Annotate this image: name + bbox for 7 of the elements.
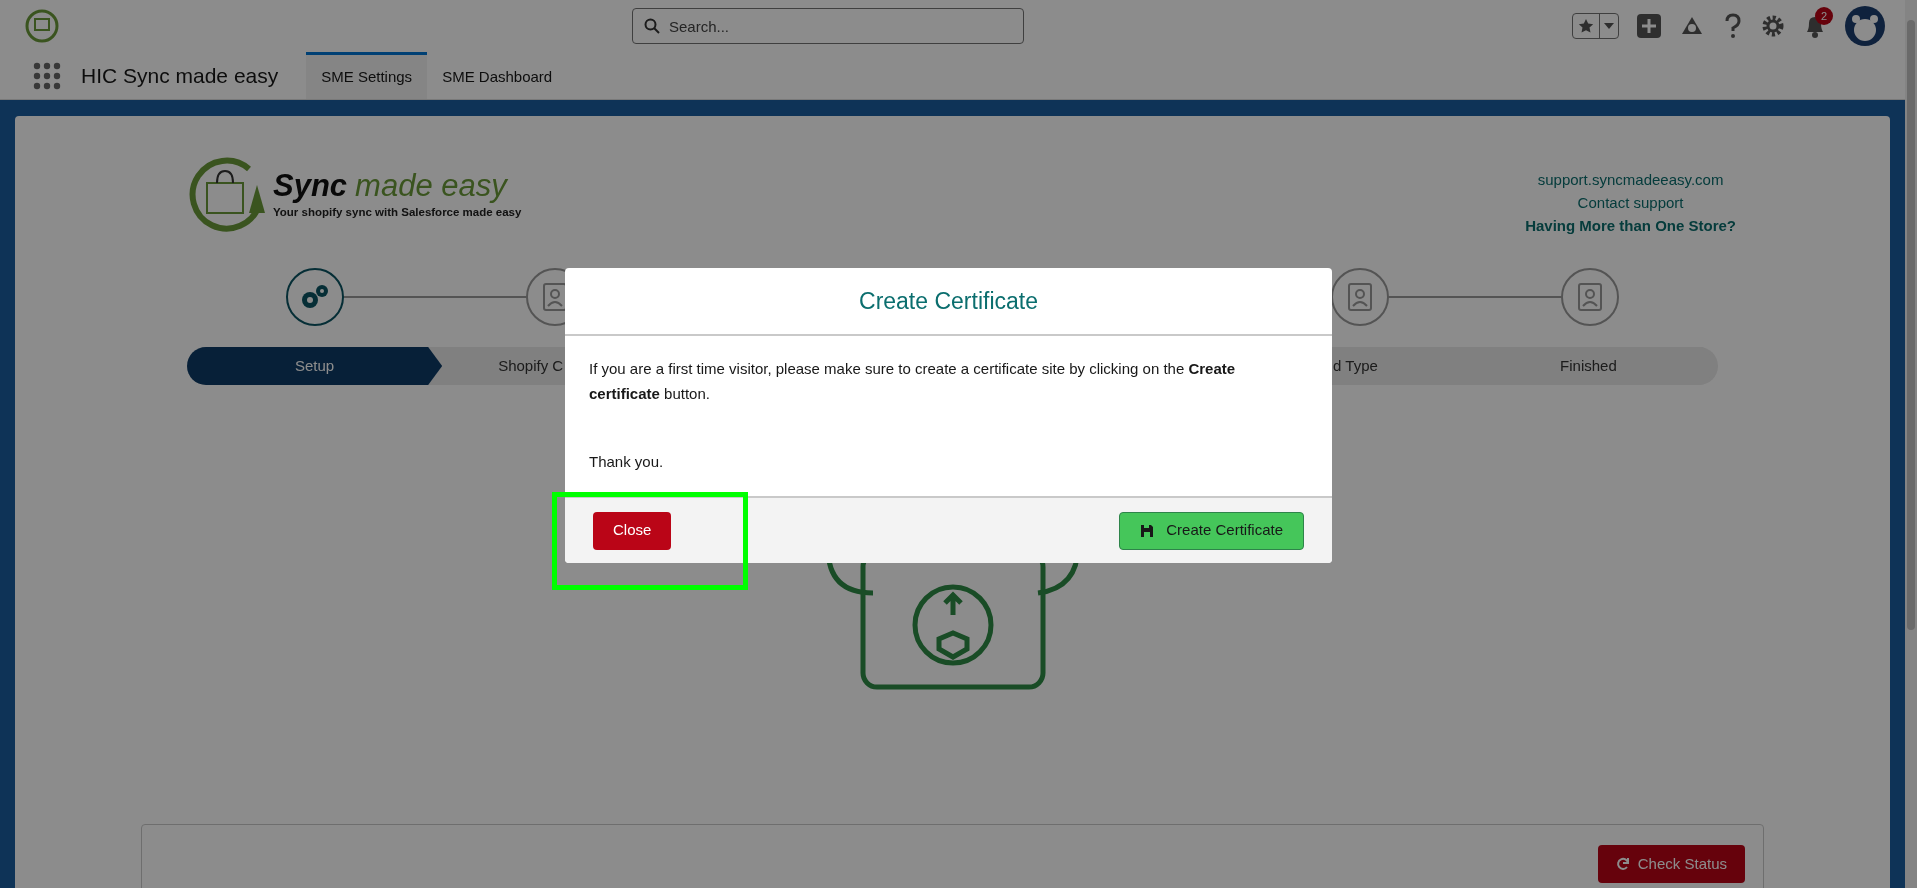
- brand-name: made easy: [355, 169, 507, 201]
- brand-tagline: Your shopify sync with Salesforce made easy: [273, 204, 522, 220]
- brand-name: Sync: [273, 169, 348, 201]
- dialog-title: Create Certificate: [859, 286, 1038, 316]
- dialog-closing: Thank you.: [589, 452, 665, 472]
- app-name: HIC Sync made easy: [81, 62, 279, 89]
- notification-badge: 2: [1815, 7, 1833, 25]
